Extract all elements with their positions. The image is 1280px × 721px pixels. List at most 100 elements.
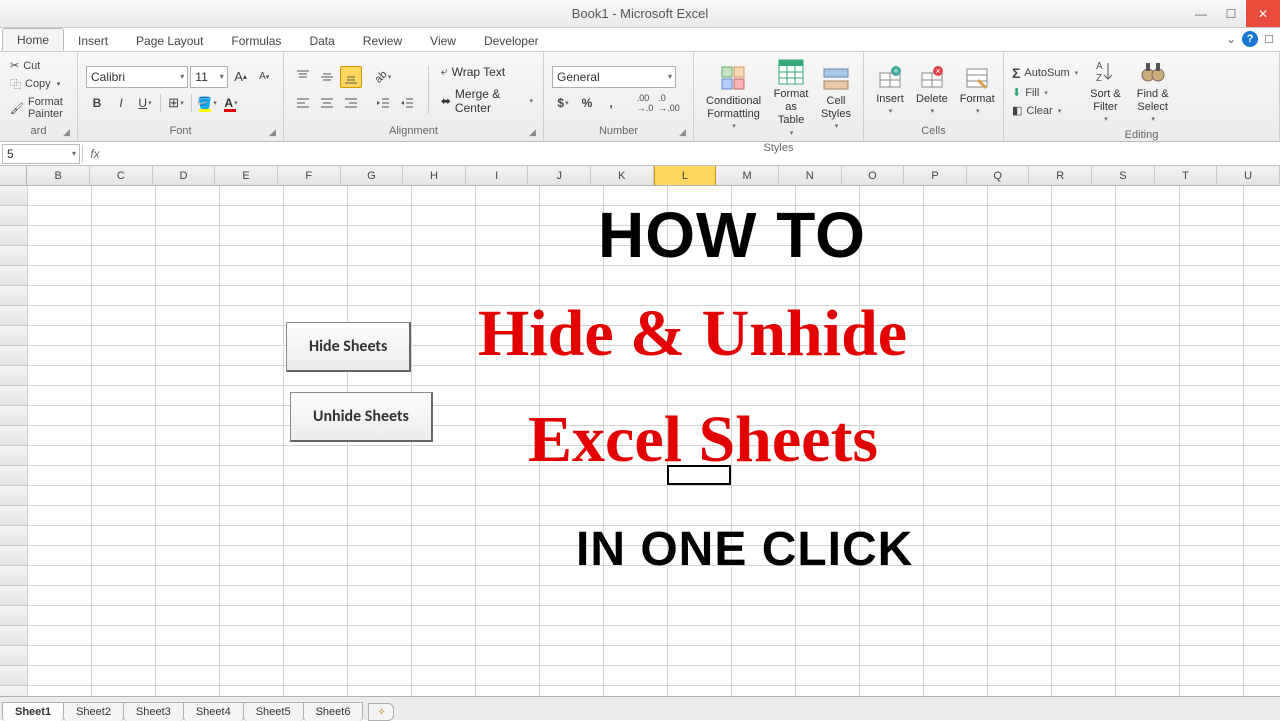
minimize-button[interactable]: — <box>1186 0 1216 27</box>
close-button[interactable]: ✕ <box>1246 0 1280 27</box>
row-header[interactable] <box>0 466 28 486</box>
sheet-tab-sheet6[interactable]: Sheet6 <box>303 702 364 721</box>
col-header-E[interactable]: E <box>215 166 278 185</box>
tab-home[interactable]: Home <box>2 28 64 51</box>
col-header-N[interactable]: N <box>779 166 842 185</box>
font-color-button[interactable]: A▾ <box>220 92 242 114</box>
row-header[interactable] <box>0 326 28 346</box>
col-header-J[interactable]: J <box>528 166 591 185</box>
col-header-M[interactable]: M <box>716 166 779 185</box>
tab-insert[interactable]: Insert <box>64 30 122 51</box>
copy-button[interactable]: ⿻Copy▾ <box>8 75 69 93</box>
select-all-corner[interactable] <box>0 166 27 185</box>
orientation-button[interactable]: ab▾ <box>372 66 394 88</box>
row-header[interactable] <box>0 306 28 326</box>
tab-review[interactable]: Review <box>349 30 416 51</box>
col-header-U[interactable]: U <box>1217 166 1280 185</box>
formula-input[interactable] <box>107 144 1280 164</box>
cut-button[interactable]: ✂Cut <box>8 58 69 73</box>
find-select-button[interactable]: Find & Select▾ <box>1133 56 1173 127</box>
number-format-combo[interactable]: General▾ <box>552 66 676 88</box>
decrease-decimal-button[interactable]: .0→.00 <box>658 92 680 114</box>
restore-button[interactable]: ☐ <box>1216 0 1246 27</box>
row-header[interactable] <box>0 286 28 306</box>
minimize-ribbon-icon[interactable]: ⌄ <box>1226 32 1236 46</box>
col-header-L[interactable]: L <box>654 166 717 185</box>
sheet-tab-sheet4[interactable]: Sheet4 <box>183 702 244 721</box>
row-header[interactable] <box>0 186 28 206</box>
sheet-tab-sheet5[interactable]: Sheet5 <box>243 702 304 721</box>
row-header[interactable] <box>0 586 28 606</box>
border-button[interactable]: ⊞▾ <box>165 92 187 114</box>
col-header-S[interactable]: S <box>1092 166 1155 185</box>
accounting-format-button[interactable]: $▾ <box>552 92 574 114</box>
row-header[interactable] <box>0 446 28 466</box>
col-header-B[interactable]: B <box>27 166 90 185</box>
increase-decimal-button[interactable]: .00→.0 <box>634 92 656 114</box>
align-bottom-button[interactable] <box>340 66 362 88</box>
align-left-button[interactable] <box>292 92 314 114</box>
row-header[interactable] <box>0 686 28 696</box>
row-header[interactable] <box>0 546 28 566</box>
tab-data[interactable]: Data <box>295 30 348 51</box>
tab-page-layout[interactable]: Page Layout <box>122 30 217 51</box>
increase-indent-button[interactable] <box>396 92 418 114</box>
decrease-indent-button[interactable] <box>372 92 394 114</box>
autosum-button[interactable]: ΣAutoSum▾ <box>1012 64 1078 82</box>
col-header-P[interactable]: P <box>904 166 967 185</box>
row-header[interactable] <box>0 246 28 266</box>
col-header-H[interactable]: H <box>403 166 466 185</box>
align-top-button[interactable] <box>292 66 314 88</box>
align-middle-button[interactable] <box>316 66 338 88</box>
grow-font-button[interactable]: A▴ <box>230 66 252 88</box>
unhide-sheets-button[interactable]: Unhide Sheets <box>290 392 433 442</box>
col-header-T[interactable]: T <box>1155 166 1218 185</box>
cells-area[interactable]: Hide SheetsUnhide SheetsHOW TOHide & Unh… <box>28 186 1280 696</box>
tab-formulas[interactable]: Formulas <box>217 30 295 51</box>
underline-button[interactable]: U▾ <box>134 92 156 114</box>
row-header[interactable] <box>0 426 28 446</box>
row-header[interactable] <box>0 366 28 386</box>
comma-format-button[interactable]: , <box>600 92 622 114</box>
align-right-button[interactable] <box>340 92 362 114</box>
row-header[interactable] <box>0 606 28 626</box>
fill-color-button[interactable]: 🪣▾ <box>196 92 218 114</box>
hide-sheets-button[interactable]: Hide Sheets <box>286 322 411 372</box>
fx-icon[interactable]: fx <box>83 147 107 161</box>
row-header[interactable] <box>0 266 28 286</box>
col-header-F[interactable]: F <box>278 166 341 185</box>
align-center-button[interactable] <box>316 92 338 114</box>
clipboard-launcher[interactable]: ◢ <box>63 127 75 139</box>
row-header[interactable] <box>0 386 28 406</box>
tab-developer[interactable]: Developer <box>470 30 553 51</box>
sheet-tab-sheet2[interactable]: Sheet2 <box>63 702 124 721</box>
name-box[interactable]: 5▾ <box>2 144 80 164</box>
sort-filter-button[interactable]: AZ Sort & Filter▾ <box>1086 56 1125 127</box>
font-name-combo[interactable]: Calibri▾ <box>86 66 188 88</box>
row-header[interactable] <box>0 626 28 646</box>
merge-center-button[interactable]: ⬌Merge & Center▾ <box>439 86 535 116</box>
number-launcher[interactable]: ◢ <box>679 127 691 139</box>
delete-cells-button[interactable]: × Delete▾ <box>912 61 952 119</box>
row-header[interactable] <box>0 666 28 686</box>
alignment-launcher[interactable]: ◢ <box>529 127 541 139</box>
row-header[interactable] <box>0 206 28 226</box>
insert-cells-button[interactable]: + Insert▾ <box>872 61 908 119</box>
cell-styles-button[interactable]: Cell Styles▾ <box>817 63 855 134</box>
conditional-formatting-button[interactable]: Conditional Formatting▾ <box>702 63 765 134</box>
col-header-D[interactable]: D <box>153 166 216 185</box>
sheet-tab-sheet1[interactable]: Sheet1 <box>2 702 64 721</box>
col-header-O[interactable]: O <box>842 166 905 185</box>
new-sheet-button[interactable]: ✧ <box>368 703 394 721</box>
worksheet[interactable]: BCDEFGHIJKLMNOPQRSTU Hide SheetsUnhide S… <box>0 166 1280 696</box>
grid[interactable]: Hide SheetsUnhide SheetsHOW TOHide & Unh… <box>0 186 1280 696</box>
row-header[interactable] <box>0 566 28 586</box>
format-painter-button[interactable]: 🖌Format Painter <box>8 95 69 121</box>
row-header[interactable] <box>0 346 28 366</box>
row-header[interactable] <box>0 486 28 506</box>
col-header-C[interactable]: C <box>90 166 153 185</box>
col-header-R[interactable]: R <box>1029 166 1092 185</box>
col-header-Q[interactable]: Q <box>967 166 1030 185</box>
row-header[interactable] <box>0 646 28 666</box>
format-as-table-button[interactable]: Format as Table▾ <box>769 56 813 140</box>
